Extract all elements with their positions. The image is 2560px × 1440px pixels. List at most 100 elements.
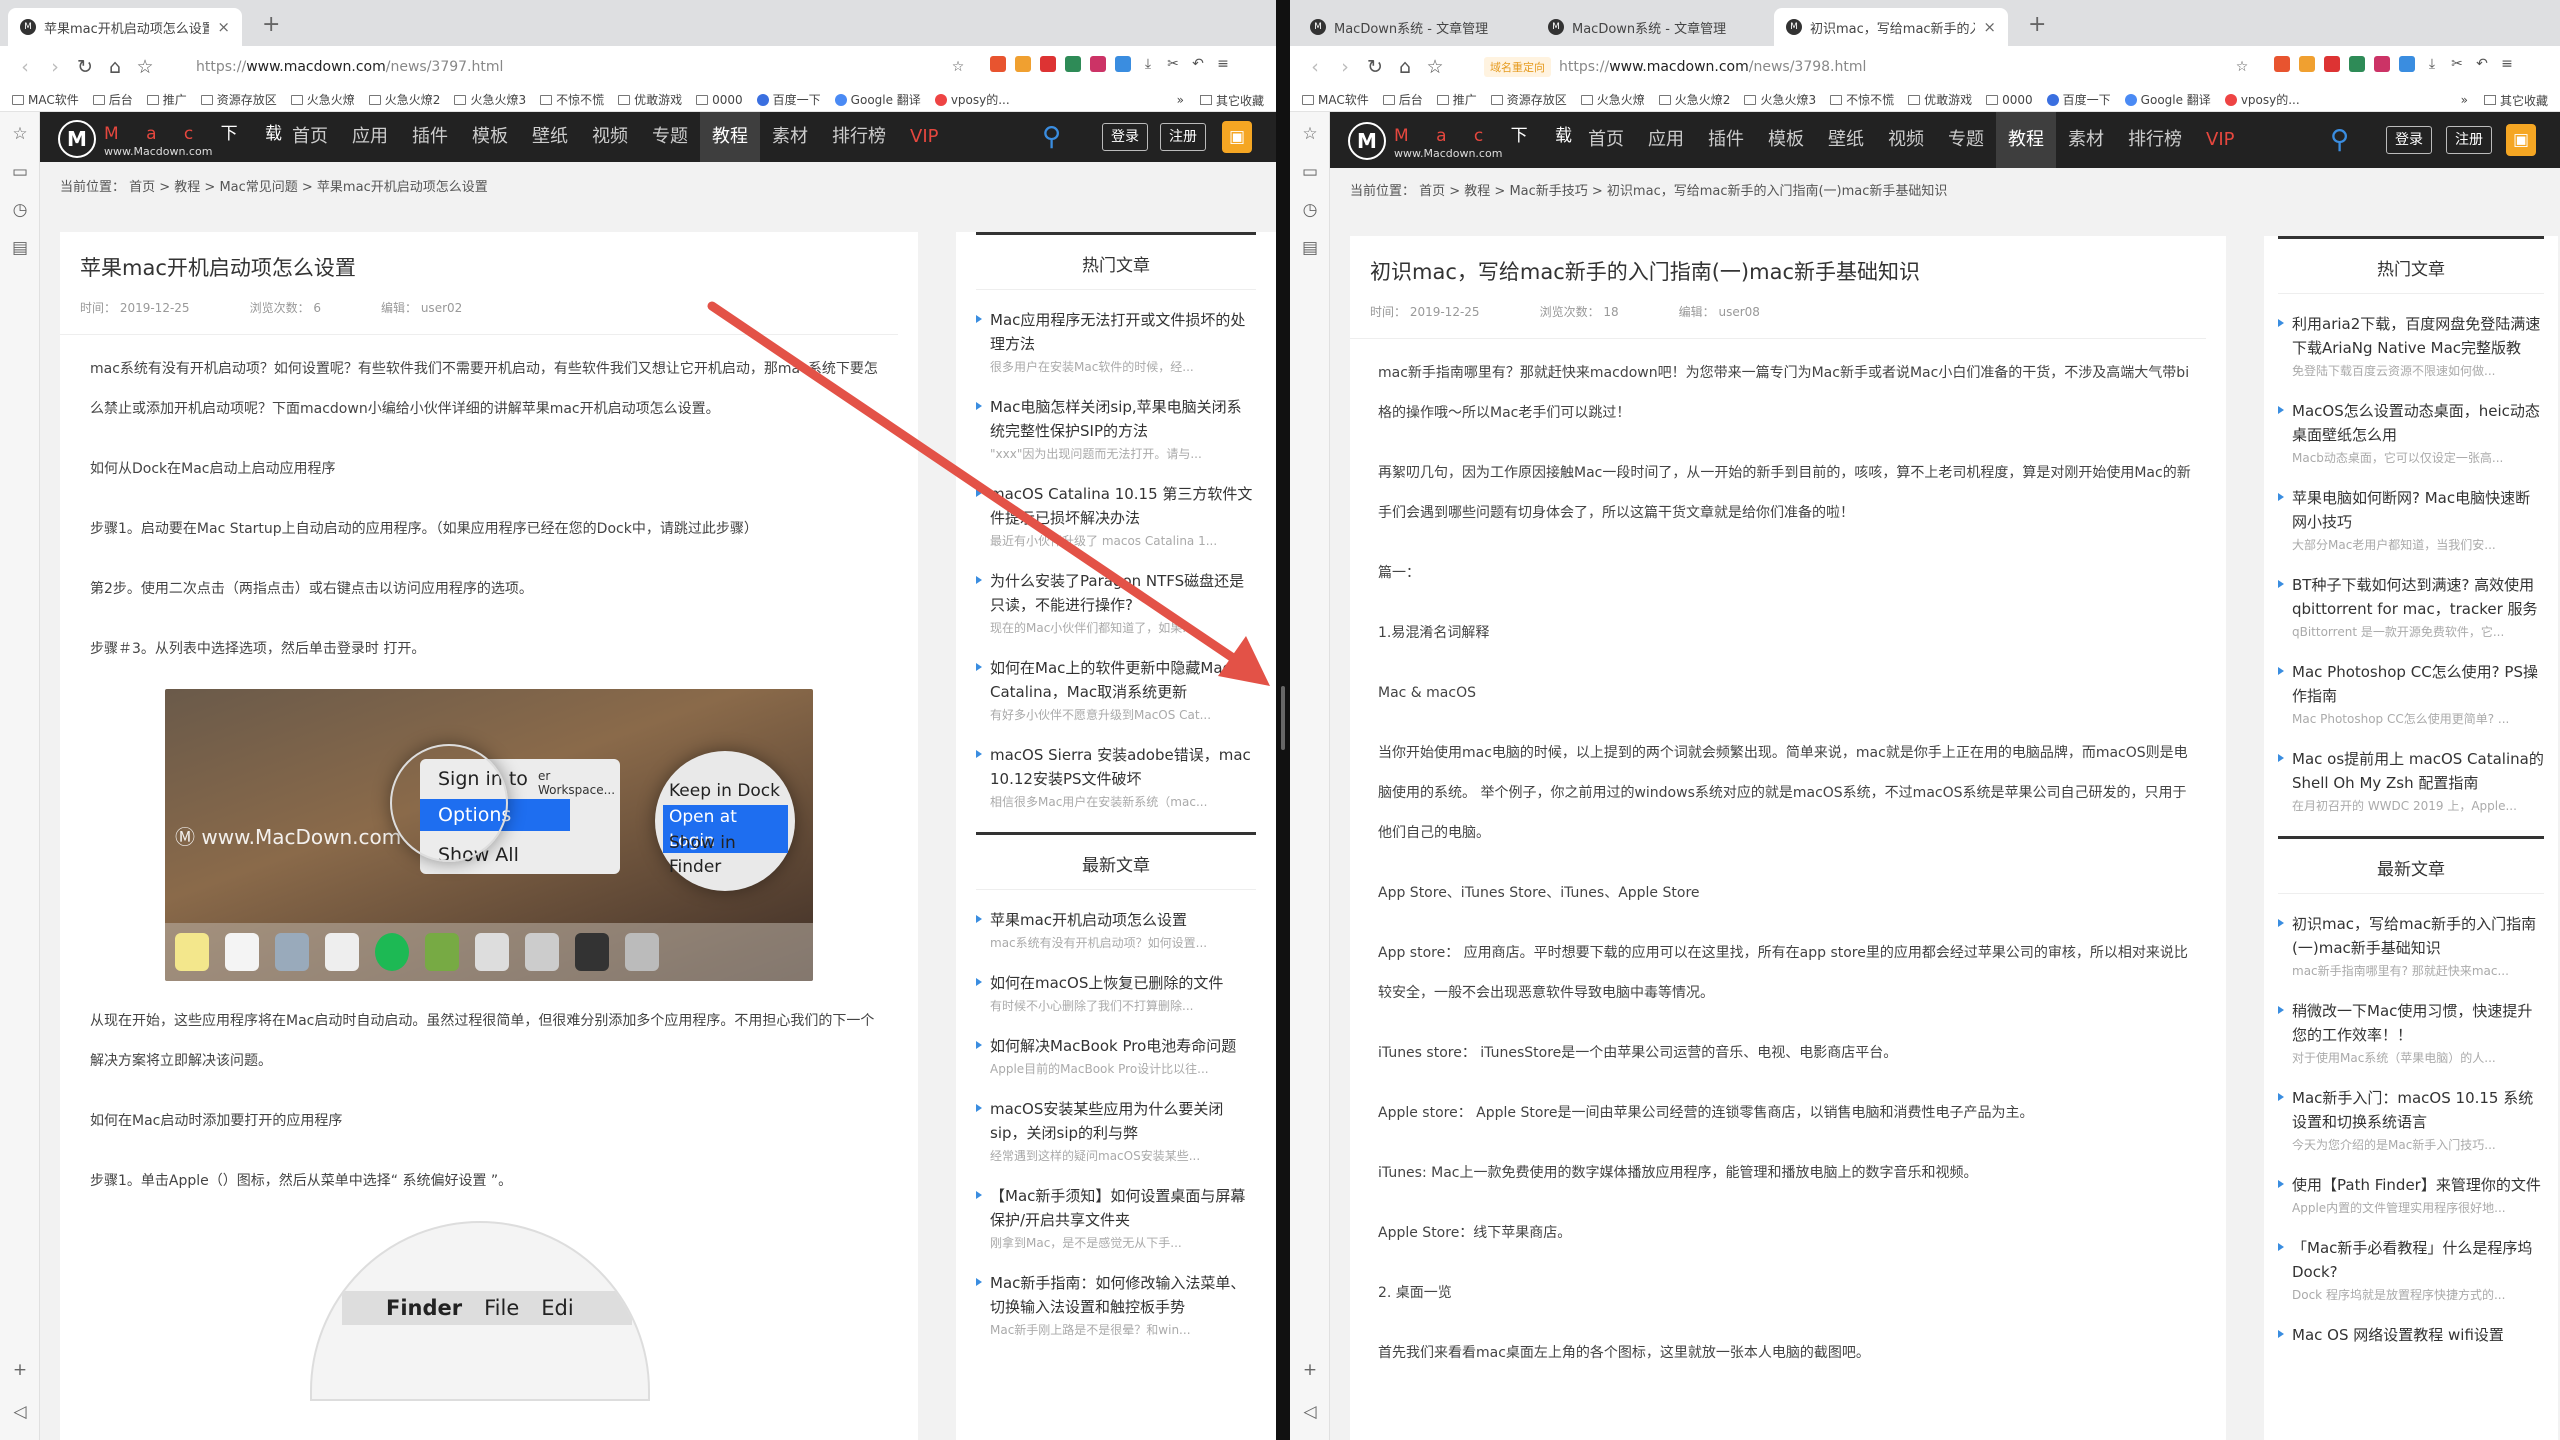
extension-icon[interactable] xyxy=(990,56,1006,72)
download-icon[interactable]: ⤓ xyxy=(1140,56,1156,72)
sidebar-article-title[interactable]: Mac os提前用上 macOS Catalina的Shell Oh My Zs… xyxy=(2292,747,2544,795)
sidebar-article-title[interactable]: Mac新手入门：macOS 10.15 系统设置和切换系统语言 xyxy=(2292,1086,2544,1134)
extension-icon[interactable] xyxy=(2374,56,2390,72)
sidebar-article-title[interactable]: Mac电脑怎样关闭sip,苹果电脑关闭系统完整性保护SIP的方法 xyxy=(990,395,1256,443)
extension-icon[interactable] xyxy=(2299,56,2315,72)
divider-grip[interactable] xyxy=(1281,686,1285,750)
bookmark-item[interactable]: 火急火燎 xyxy=(290,91,355,108)
bookmark-item[interactable]: 百度一下 xyxy=(2046,91,2111,108)
extension-icon[interactable] xyxy=(2349,56,2365,72)
sidebar-article-title[interactable]: 如何在Mac上的软件更新中隐藏MacOS Catalina，Mac取消系统更新 xyxy=(990,656,1256,704)
bookmark-item[interactable]: Google 翻译 xyxy=(834,91,921,108)
favorite-star-icon[interactable]: ☆ xyxy=(950,59,966,75)
bookmark-item[interactable]: 百度一下 xyxy=(756,91,821,108)
gift-icon[interactable]: ▣ xyxy=(2506,124,2536,156)
sidebar-article-item[interactable]: Mac新手指南：如何修改输入法菜单、切换输入法设置和触控板手势 Mac新手刚上路是… xyxy=(976,1259,1256,1346)
nav-wallpapers[interactable]: 壁纸 xyxy=(1816,112,1876,168)
browser-tab[interactable]: M MacDown系统 - 文章管理 xyxy=(1536,8,1768,46)
sidebar-article-item[interactable]: Mac Photoshop CC怎么使用? PS操作指南 Mac Photosho… xyxy=(2278,648,2544,735)
sidebar-article-item[interactable]: 苹果电脑如何断网? Mac电脑快速断网小技巧 大部分Mac老用户都知道，当我们安.… xyxy=(2278,474,2544,561)
cut-icon[interactable]: ✂ xyxy=(2449,56,2465,72)
bookmark-item[interactable]: vposy的... xyxy=(934,91,1010,108)
sidebar-article-title[interactable]: 初识mac，写给mac新手的入门指南(一)mac新手基础知识 xyxy=(2292,912,2544,960)
register-button[interactable]: 注册 xyxy=(1160,123,1206,151)
collapse-panel-icon[interactable]: ◁ xyxy=(10,1402,30,1422)
nav-home[interactable]: 首页 xyxy=(280,112,340,162)
notes-icon[interactable]: ▤ xyxy=(10,238,30,258)
sidebar-article-item[interactable]: macOS安装某些应用为什么要关闭sip，关闭sip的利与弊 经常遇到这样的疑问m… xyxy=(976,1085,1256,1172)
bookmark-item[interactable]: 0000 xyxy=(1986,93,2033,107)
bookmark-item[interactable]: 火急火燎2 xyxy=(368,91,440,108)
sidebar-article-item[interactable]: 「Mac新手必看教程」什么是程序坞 Dock? Dock 程序坞就是放置程序快捷方… xyxy=(2278,1224,2544,1311)
favorites-icon[interactable]: ☆ xyxy=(1300,124,1320,144)
bookmark-item[interactable]: 火急火燎3 xyxy=(1744,91,1816,108)
sidebar-article-item[interactable]: BT种子下载如何达到满速? 高效使用qbittorrent for mac，tr… xyxy=(2278,561,2544,648)
sidebar-article-item[interactable]: macOS Sierra 安装adobe错误，mac 10.12安装PS文件破坏… xyxy=(976,731,1256,818)
bookmark-star-icon[interactable]: ☆ xyxy=(1420,56,1450,78)
nav-tutorials[interactable]: 教程 xyxy=(700,112,760,162)
browser-tab[interactable]: M MacDown系统 - 文章管理 xyxy=(1298,8,1530,46)
extension-icon[interactable] xyxy=(2399,56,2415,72)
sidebar-article-title[interactable]: 如何解决MacBook Pro电池寿命问题 xyxy=(990,1034,1256,1058)
split-divider[interactable] xyxy=(1276,0,1290,1440)
nav-topics[interactable]: 专题 xyxy=(640,112,700,162)
bookmark-item[interactable]: 推广 xyxy=(146,91,187,108)
sidebar-article-item[interactable]: 初识mac，写给mac新手的入门指南(一)mac新手基础知识 mac新手指南哪里有… xyxy=(2278,900,2544,987)
close-tab-icon[interactable]: × xyxy=(1983,18,1996,36)
forward-icon[interactable]: › xyxy=(1330,56,1360,78)
history-icon[interactable]: ◷ xyxy=(10,200,30,220)
bookmark-item[interactable]: 火急火燎2 xyxy=(1658,91,1730,108)
bookmark-item[interactable]: 不惊不慌 xyxy=(540,91,604,108)
home-icon[interactable]: ⌂ xyxy=(100,56,130,78)
sidebar-article-item[interactable]: Mac应用程序无法打开或文件损坏的处理方法 很多用户在安装Mac软件的时候，经..… xyxy=(976,296,1256,383)
nav-topics[interactable]: 专题 xyxy=(1936,112,1996,168)
close-tab-icon[interactable]: × xyxy=(217,18,230,36)
nav-vip[interactable]: VIP xyxy=(898,112,950,162)
bookmark-item[interactable]: 火急火燎 xyxy=(1580,91,1645,108)
menu-icon[interactable]: ≡ xyxy=(2499,56,2515,72)
sidebar-article-title[interactable]: 【Mac新手须知】如何设置桌面与屏幕保护/开启共享文件夹 xyxy=(990,1184,1256,1232)
search-icon[interactable]: ⚲ xyxy=(1042,123,1061,151)
sidebar-article-item[interactable]: macOS Catalina 10.15 第三方软件文件提示已损坏解决办法 最近有… xyxy=(976,470,1256,557)
favorites-icon[interactable]: ☆ xyxy=(10,124,30,144)
sidebar-article-title[interactable]: 为什么安装了Paragon NTFS磁盘还是只读，不能进行操作? xyxy=(990,569,1256,617)
undo-icon[interactable]: ↶ xyxy=(1190,56,1206,72)
bookmark-item[interactable]: 优敢游戏 xyxy=(618,91,682,108)
nav-apps[interactable]: 应用 xyxy=(1636,112,1696,168)
bookmark-item[interactable]: 0000 xyxy=(696,93,743,107)
add-panel-icon[interactable]: + xyxy=(1300,1360,1320,1380)
bookmark-star-icon[interactable]: ☆ xyxy=(130,56,160,78)
sidebar-article-title[interactable]: Mac应用程序无法打开或文件损坏的处理方法 xyxy=(990,308,1256,356)
bookmark-item[interactable]: 不惊不慌 xyxy=(1830,91,1894,108)
sidebar-article-item[interactable]: 利用aria2下载，百度网盘免登陆满速下载AriaNg Native Mac完整… xyxy=(2278,300,2544,387)
bookmark-item[interactable]: 火急火燎3 xyxy=(454,91,526,108)
nav-templates[interactable]: 模板 xyxy=(1756,112,1816,168)
cut-icon[interactable]: ✂ xyxy=(1165,56,1181,72)
nav-plugins[interactable]: 插件 xyxy=(400,112,460,162)
new-tab-button[interactable]: + xyxy=(262,12,280,37)
nav-materials[interactable]: 素材 xyxy=(2056,112,2116,168)
bookmark-item[interactable]: MAC软件 xyxy=(12,91,79,108)
sidebar-article-item[interactable]: 使用【Path Finder】来管理你的文件 Apple内置的文件管理实用程序很好… xyxy=(2278,1161,2544,1224)
extension-icon[interactable] xyxy=(1090,56,1106,72)
nav-plugins[interactable]: 插件 xyxy=(1696,112,1756,168)
nav-rankings[interactable]: 排行榜 xyxy=(2116,112,2194,168)
favorite-star-icon[interactable]: ☆ xyxy=(2234,59,2250,75)
bookmark-item[interactable]: 优敢游戏 xyxy=(1908,91,1972,108)
bookmark-item[interactable]: 后台 xyxy=(1382,91,1423,108)
add-panel-icon[interactable]: + xyxy=(10,1360,30,1380)
home-icon[interactable]: ⌂ xyxy=(1390,56,1420,78)
nav-templates[interactable]: 模板 xyxy=(460,112,520,162)
reload-icon[interactable]: ↻ xyxy=(70,56,100,78)
sidebar-article-title[interactable]: 如何在macOS上恢复已删除的文件 xyxy=(990,971,1256,995)
sidebar-article-item[interactable]: Mac os提前用上 macOS Catalina的Shell Oh My Zs… xyxy=(2278,735,2544,822)
sidebar-article-item[interactable]: Mac新手入门：macOS 10.15 系统设置和切换系统语言 今天为您介绍的是M… xyxy=(2278,1074,2544,1161)
sidebar-article-item[interactable]: Mac OS 网络设置教程 wifi设置 xyxy=(2278,1311,2544,1357)
nav-tutorials[interactable]: 教程 xyxy=(1996,112,2056,168)
sidebar-article-title[interactable]: macOS Catalina 10.15 第三方软件文件提示已损坏解决办法 xyxy=(990,482,1256,530)
site-logo[interactable]: M M a c 下 载 www.Macdown.com xyxy=(1348,121,1583,160)
sidebar-article-item[interactable]: 稍微改一下Mac使用习惯，快速提升您的工作效率！！ 对于使用Mac系统（苹果电脑）… xyxy=(2278,987,2544,1074)
sidebar-article-title[interactable]: 稍微改一下Mac使用习惯，快速提升您的工作效率！！ xyxy=(2292,999,2544,1047)
bookmark-item[interactable]: 推广 xyxy=(1436,91,1477,108)
address-bar[interactable]: 域名重定向 https://www.macdown.com/news/3798.h… xyxy=(1484,52,1866,82)
